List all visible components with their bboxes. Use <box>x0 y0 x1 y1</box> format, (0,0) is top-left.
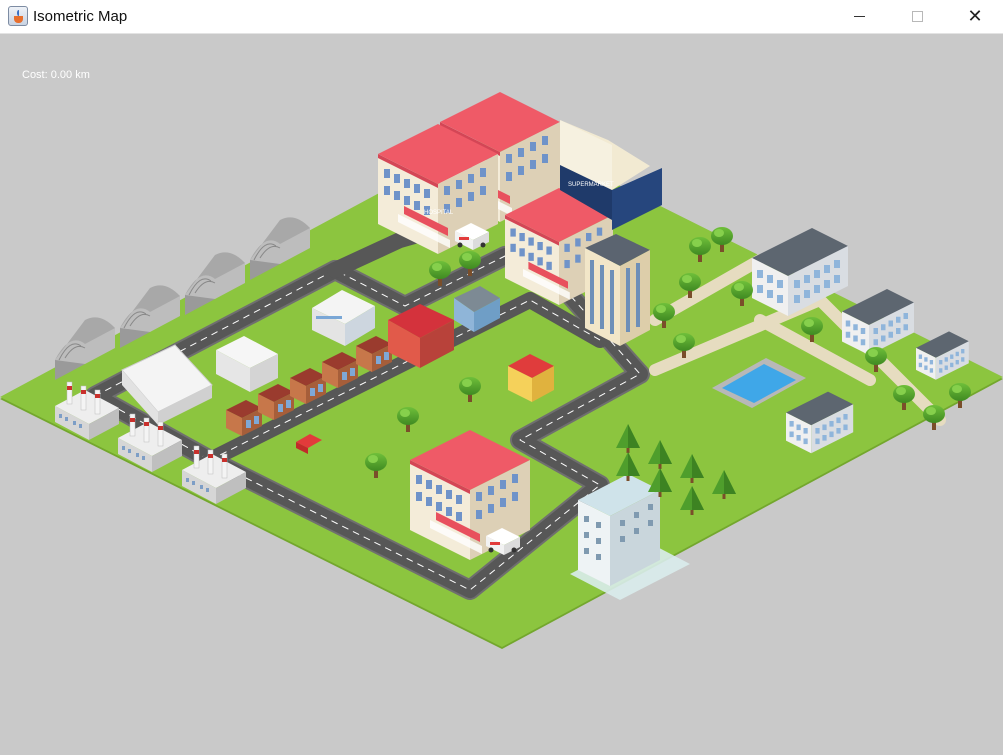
minimize-button[interactable] <box>830 0 888 33</box>
java-app-icon <box>8 6 28 26</box>
maximize-button[interactable] <box>888 0 946 33</box>
title-bar: Isometric Map ✕ <box>0 0 1003 34</box>
tower-building <box>585 234 650 346</box>
minimize-icon <box>853 16 865 17</box>
hospital-sign: HOSPITAL <box>424 210 454 216</box>
close-button[interactable]: ✕ <box>946 0 1003 33</box>
window-title: Isometric Map <box>33 8 128 25</box>
cost-readout: Cost: 0.00 km <box>22 69 90 81</box>
map-viewport[interactable]: HOSPITAL SUPERMARKET Cost: 0.00 km <box>0 34 1003 755</box>
supermarket-sign: SUPERMARKET <box>568 182 614 188</box>
close-icon: ✕ <box>967 5 983 27</box>
maximize-icon <box>911 11 923 22</box>
isometric-map-canvas[interactable]: HOSPITAL SUPERMARKET <box>0 34 1003 755</box>
